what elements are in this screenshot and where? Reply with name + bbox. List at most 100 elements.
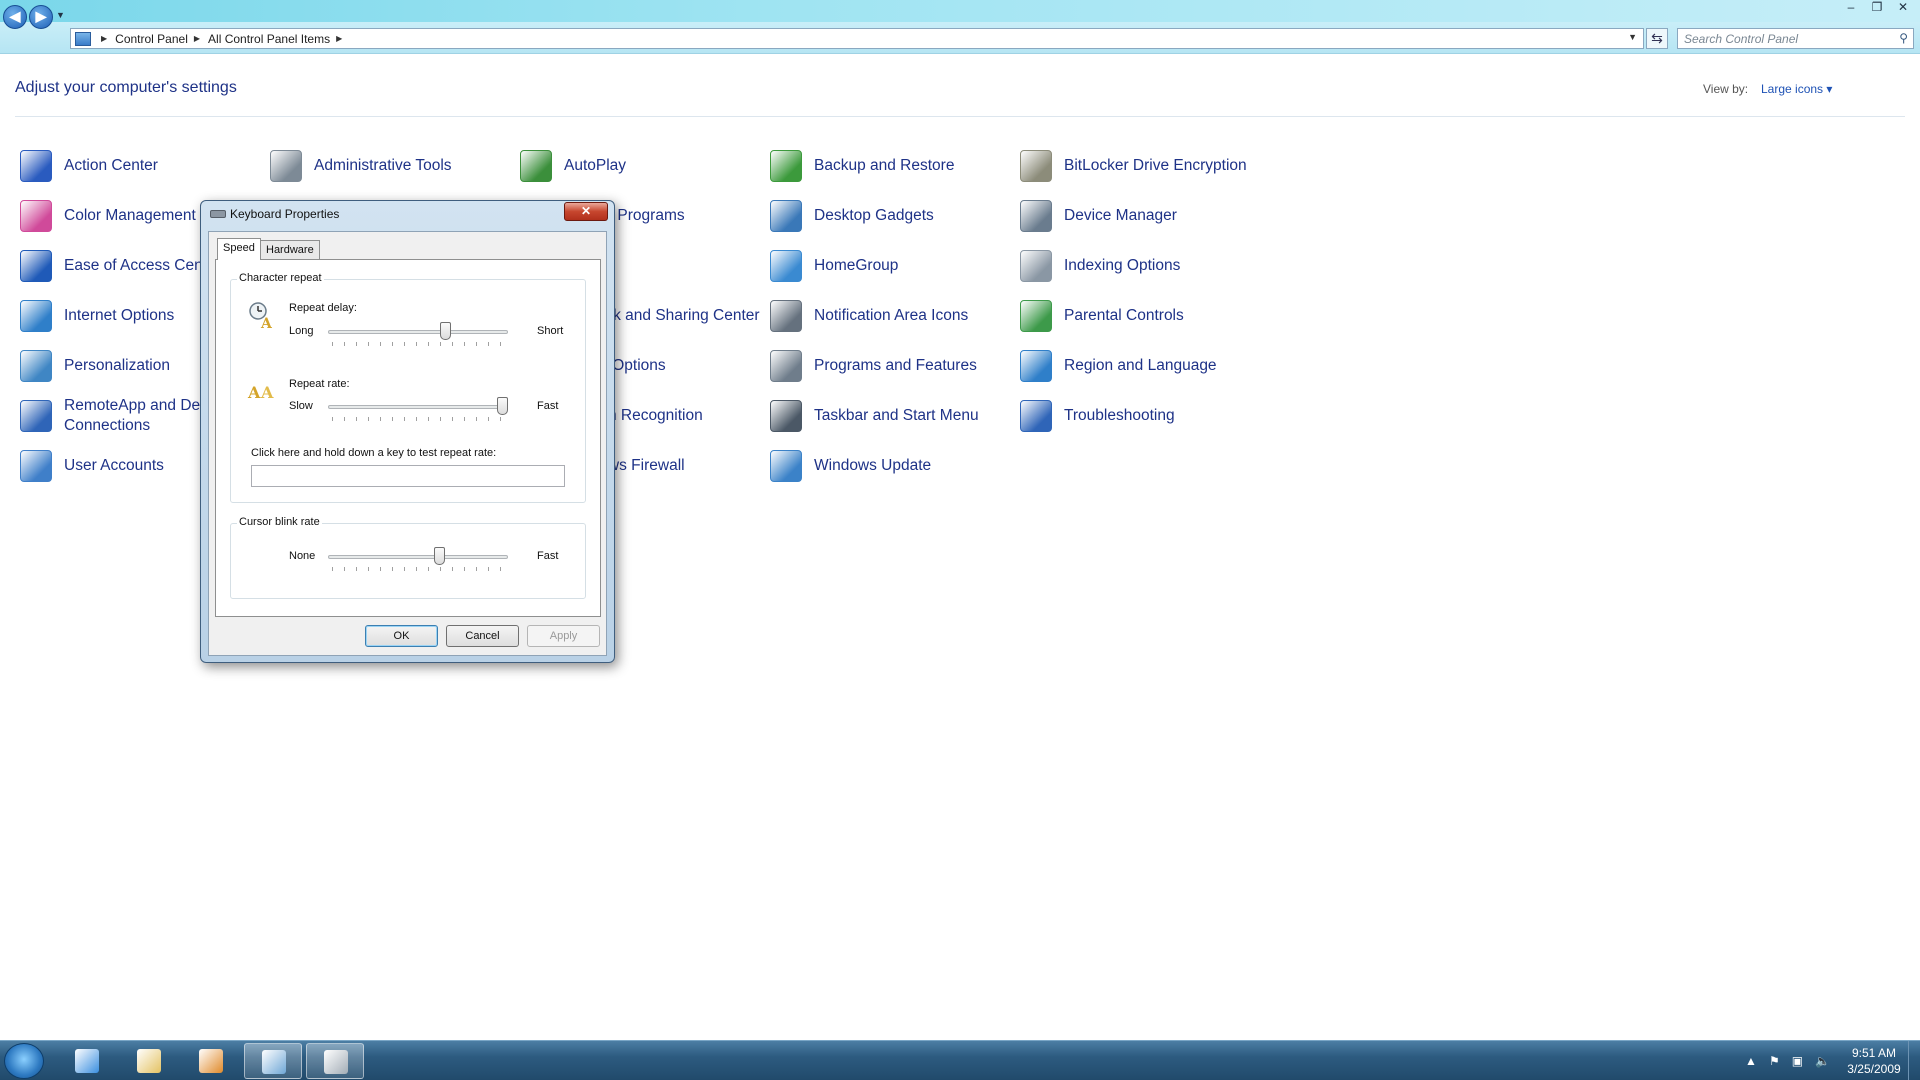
network-icon[interactable]: ▣ <box>1792 1054 1803 1068</box>
tab-hardware[interactable]: Hardware <box>260 240 320 260</box>
cursor-blink-slider-thumb[interactable] <box>434 547 446 565</box>
repeat-delay-icon: A <box>249 302 273 330</box>
cp-item-label: Parental Controls <box>1064 307 1184 324</box>
cp-item-label: AutoPlay <box>564 157 627 174</box>
cp-item-administrative-tools[interactable]: Administrative Tools <box>265 144 510 188</box>
address-dropdown-icon[interactable]: ▼ <box>1628 32 1637 42</box>
repeat-delay-label: Repeat delay: <box>289 302 357 314</box>
cp-item-desktop-gadgets[interactable]: Desktop Gadgets <box>765 194 1010 238</box>
repeat-rate-slider[interactable] <box>328 405 508 409</box>
color-management-icon <box>20 200 52 232</box>
cp-item-region-and-language[interactable]: Region and Language <box>1015 344 1260 388</box>
taskbar-media-player-button[interactable] <box>182 1043 240 1079</box>
gadgets-icon <box>770 200 802 232</box>
repeat-rate-slider-thumb[interactable] <box>497 397 508 415</box>
homegroup-icon <box>770 250 802 282</box>
cp-item-parental-controls[interactable]: Parental Controls <box>1015 294 1260 338</box>
personalization-icon <box>20 350 52 382</box>
taskbar-icon <box>770 400 802 432</box>
ok-button[interactable]: OK <box>365 625 438 647</box>
cp-item-programs-and-features[interactable]: Programs and Features <box>765 344 1010 388</box>
cursor-blink-slider[interactable] <box>328 555 508 559</box>
breadcrumb-control-panel[interactable]: Control Panel <box>115 32 188 46</box>
delay-short-label: Short <box>537 325 564 337</box>
clock[interactable]: 9:51 AM 3/25/2009 <box>1842 1045 1906 1077</box>
control-panel-icon <box>75 31 91 46</box>
cp-item-device-manager[interactable]: Device Manager <box>1015 194 1260 238</box>
media-player-icon <box>199 1049 223 1073</box>
cp-item-label: Taskbar and Start Menu <box>814 407 979 424</box>
refresh-button[interactable]: ⇆ <box>1646 28 1668 49</box>
recent-pages-dropdown[interactable]: ▼ <box>56 10 65 20</box>
admin-tools-icon <box>270 150 302 182</box>
backup-icon <box>770 150 802 182</box>
dialog-close-button[interactable]: ✕ <box>564 202 608 221</box>
search-placeholder: Search Control Panel <box>1684 32 1799 46</box>
windows-explorer-icon <box>137 1049 161 1073</box>
device-manager-icon <box>1020 200 1052 232</box>
repeat-delay-slider[interactable] <box>328 330 508 334</box>
repeat-delay-slider-thumb[interactable] <box>439 322 451 340</box>
cp-item-autoplay[interactable]: AutoPlay <box>515 144 760 188</box>
minimize-button[interactable]: – <box>1840 0 1862 16</box>
breadcrumb-separator-icon[interactable]: ▶ <box>194 34 200 43</box>
apply-button[interactable]: Apply <box>527 625 600 647</box>
cancel-button[interactable]: Cancel <box>446 625 519 647</box>
dialog-body: Speed Hardware Character repeat A Repeat… <box>208 231 607 656</box>
taskbar-windows-explorer-button[interactable] <box>120 1043 178 1079</box>
taskbar-internet-explorer-button[interactable] <box>58 1043 116 1079</box>
view-by-dropdown[interactable]: Large icons ▾ <box>1761 82 1832 96</box>
breadcrumb-separator-icon[interactable]: ▶ <box>101 34 107 43</box>
cp-item-label: Backup and Restore <box>814 157 955 174</box>
test-repeat-label: Click here and hold down a key to test r… <box>251 447 497 459</box>
show-desktop-button[interactable] <box>1908 1041 1920 1080</box>
cp-item-bitlocker-drive-encryption[interactable]: BitLocker Drive Encryption <box>1015 144 1260 188</box>
maximize-button[interactable]: ❐ <box>1866 0 1888 16</box>
speed-tab-panel: Character repeat A Repeat delay: Long Sh… <box>215 259 601 617</box>
clock-time: 9:51 AM <box>1851 1046 1897 1060</box>
caption-buttons: – ❐ ✕ <box>1840 0 1914 16</box>
cp-item-taskbar-and-start-menu[interactable]: Taskbar and Start Menu <box>765 394 1010 438</box>
taskbar-control-panel-button[interactable] <box>244 1043 302 1079</box>
breadcrumb-all-items[interactable]: All Control Panel Items <box>208 32 330 46</box>
address-bar[interactable]: ▶ Control Panel ▶ All Control Panel Item… <box>70 28 1644 49</box>
cursor-blink-group: Cursor blink rate None Fast <box>230 516 586 599</box>
keyboard-icon <box>324 1050 348 1074</box>
show-hidden-icons-icon[interactable]: ▲ <box>1745 1054 1757 1068</box>
cp-item-homegroup[interactable]: HomeGroup <box>765 244 1010 288</box>
cp-item-troubleshooting[interactable]: Troubleshooting <box>1015 394 1260 438</box>
notification-area-icon <box>770 300 802 332</box>
clock-date: 3/25/2009 <box>1847 1062 1901 1076</box>
blink-none-label: None <box>289 550 316 562</box>
forward-button[interactable]: ▶ <box>29 5 53 29</box>
cp-item-label: Desktop Gadgets <box>814 207 934 224</box>
search-icon[interactable]: ⚲ <box>1899 31 1908 45</box>
cp-item-action-center[interactable]: Action Center <box>15 144 260 188</box>
action-center-flag-icon[interactable]: ⚑ <box>1769 1054 1780 1068</box>
close-window-button[interactable]: ✕ <box>1892 0 1914 16</box>
cp-item-indexing-options[interactable]: Indexing Options <box>1015 244 1260 288</box>
start-button[interactable] <box>4 1043 44 1079</box>
cp-item-notification-area-icons[interactable]: Notification Area Icons <box>765 294 1010 338</box>
cp-item-label: Region and Language <box>1064 357 1217 374</box>
repeat-delay-ticks <box>332 342 504 346</box>
cp-item-label: Color Management <box>64 207 196 224</box>
taskbar-keyboard-button[interactable] <box>306 1043 364 1079</box>
svg-text:A: A <box>260 316 273 330</box>
character-repeat-title: Character repeat <box>237 272 324 284</box>
dialog-titlebar[interactable]: Keyboard Properties ✕ <box>201 201 614 227</box>
internet-options-icon <box>20 300 52 332</box>
cp-item-backup-and-restore[interactable]: Backup and Restore <box>765 144 1010 188</box>
breadcrumb-separator-icon[interactable]: ▶ <box>336 34 342 43</box>
back-button[interactable]: ◀ <box>3 5 27 29</box>
cp-item-label: Programs and Features <box>814 357 977 374</box>
test-repeat-input[interactable] <box>251 465 565 487</box>
character-repeat-group: Character repeat A Repeat delay: Long Sh… <box>230 272 586 503</box>
cp-item-windows-update[interactable]: Windows Update <box>765 444 1010 488</box>
search-input[interactable]: Search Control Panel ⚲ <box>1677 28 1914 49</box>
tab-speed[interactable]: Speed <box>217 238 261 260</box>
cp-item-label: Internet Options <box>64 307 175 324</box>
blink-fast-label: Fast <box>537 550 559 562</box>
user-accounts-icon <box>20 450 52 482</box>
volume-icon[interactable]: 🔈 <box>1815 1054 1830 1068</box>
